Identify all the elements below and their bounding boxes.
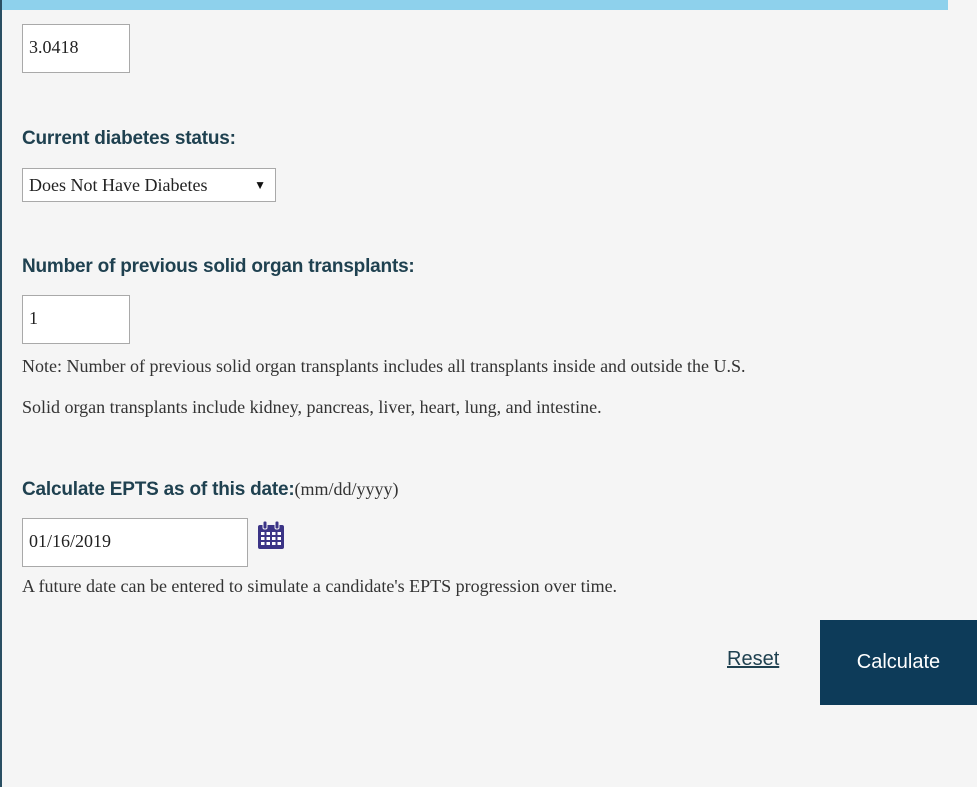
left-border	[0, 0, 2, 787]
transplants-note-line-1: Note: Number of previous solid organ tra…	[22, 356, 746, 376]
reset-link[interactable]: Reset	[727, 648, 779, 671]
chevron-down-icon: ▼	[254, 178, 266, 192]
calculate-button[interactable]: Calculate	[820, 620, 977, 705]
date-format-hint: (mm/dd/yyyy)	[294, 479, 399, 499]
previous-field-input[interactable]: 3.0418	[22, 24, 130, 73]
diabetes-status-selected-value: Does Not Have Diabetes	[29, 175, 208, 195]
diabetes-status-label: Current diabetes status:	[22, 128, 236, 149]
calendar-icon[interactable]	[256, 520, 286, 550]
previous-transplants-label: Number of previous solid organ transplan…	[22, 256, 415, 277]
diabetes-status-select[interactable]: Does Not Have Diabetes ▼	[22, 168, 276, 202]
epts-date-label-text: Calculate EPTS as of this date:	[22, 479, 295, 500]
header-band	[0, 0, 948, 10]
epts-date-label: Calculate EPTS as of this date:(mm/dd/yy…	[22, 479, 399, 501]
transplants-note-line-2: Solid organ transplants include kidney, …	[22, 397, 602, 417]
epts-date-input[interactable]: 01/16/2019	[22, 518, 248, 567]
previous-transplants-input[interactable]: 1	[22, 295, 130, 344]
future-date-note: A future date can be entered to simulate…	[22, 576, 618, 596]
